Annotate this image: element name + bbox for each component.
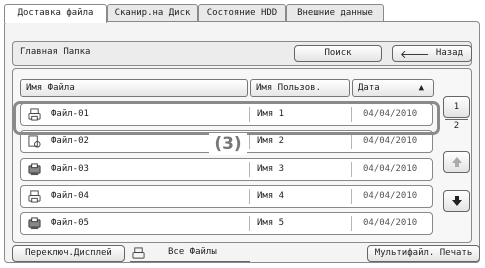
user-name-cell: Имя 5	[257, 218, 285, 228]
table-row[interactable]: Файл-05 Имя 5 04/04/2010	[20, 212, 433, 235]
page-number-button[interactable]: 1	[443, 96, 470, 118]
date-cell: 04/04/2010	[363, 191, 418, 201]
page-total: 2	[453, 121, 460, 131]
back-button[interactable]: 🡐 Назад	[392, 45, 472, 62]
copy-icon	[28, 217, 41, 230]
column-header-date[interactable]: Дата ▲	[352, 79, 434, 97]
scan-icon	[28, 135, 41, 148]
search-button[interactable]: Поиск	[294, 45, 382, 62]
date-cell: 04/04/2010	[363, 164, 418, 174]
arrow-left-icon: 🡐	[400, 48, 430, 61]
user-name-cell: Имя 3	[257, 164, 285, 174]
folder-title: Главная Папка	[20, 47, 91, 57]
multi-file-print-button[interactable]: Мультифайл. Печать	[367, 245, 480, 262]
column-header-date-label: Дата	[358, 83, 380, 93]
selection-highlight	[13, 101, 440, 135]
switch-display-button[interactable]: Переключ.Дисплей	[12, 245, 125, 262]
print-icon	[132, 247, 145, 259]
tab-file-delivery[interactable]: Доставка файла	[4, 4, 107, 23]
column-header-file-name[interactable]: Имя Файла	[20, 79, 248, 97]
file-name-cell: Файл-03	[51, 164, 89, 174]
arrow-up-icon	[451, 157, 462, 167]
back-label: Назад	[435, 48, 463, 58]
scroll-up-button[interactable]	[443, 151, 470, 173]
file-filter-label: Все Файлы	[168, 247, 217, 257]
copy-icon	[28, 163, 41, 176]
date-cell: 04/04/2010	[363, 218, 418, 228]
tab-external-data[interactable]: Внешние данные	[286, 4, 384, 22]
table-row[interactable]: Файл-03 Имя 3 04/04/2010	[20, 158, 433, 181]
tab-scan-to-disk[interactable]: Сканир.на Диск	[107, 4, 198, 22]
sort-ascending-icon: ▲	[418, 83, 424, 93]
column-header-user-name[interactable]: Имя Пользов.	[250, 79, 350, 97]
user-name-cell: Имя 4	[257, 191, 285, 201]
callout-label: (3)	[209, 133, 247, 155]
file-filter[interactable]: Все Файлы	[130, 246, 250, 262]
file-name-cell: Файл-05	[51, 218, 89, 228]
table-row[interactable]: Файл-04 Имя 4 04/04/2010	[20, 185, 433, 208]
file-name-cell: Файл-04	[51, 191, 89, 201]
tab-hdd-status[interactable]: Состояние HDD	[198, 4, 286, 22]
page-divider	[445, 119, 468, 120]
print-icon	[28, 190, 41, 203]
arrow-down-icon	[451, 196, 462, 206]
scroll-down-button[interactable]	[443, 190, 470, 212]
